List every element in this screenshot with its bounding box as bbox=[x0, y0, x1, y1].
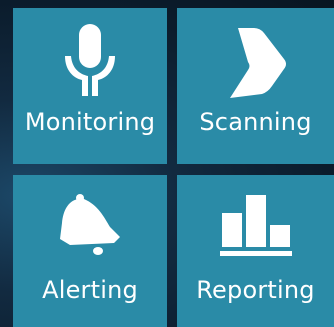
chevron-right-icon bbox=[229, 28, 286, 98]
scanning-tile[interactable]: Scanning bbox=[177, 8, 334, 164]
microphone-hands-icon bbox=[65, 24, 115, 96]
monitoring-label: Monitoring bbox=[24, 108, 156, 136]
reporting-label: Reporting bbox=[196, 276, 315, 304]
bell-icon bbox=[60, 194, 120, 255]
reporting-tile[interactable]: Reporting bbox=[177, 175, 334, 327]
scanning-label: Scanning bbox=[199, 108, 312, 136]
alerting-label: Alerting bbox=[42, 276, 138, 304]
alerting-tile[interactable]: Alerting bbox=[13, 175, 167, 327]
bar-chart-icon bbox=[219, 195, 292, 256]
monitoring-tile[interactable]: Monitoring bbox=[13, 8, 167, 164]
